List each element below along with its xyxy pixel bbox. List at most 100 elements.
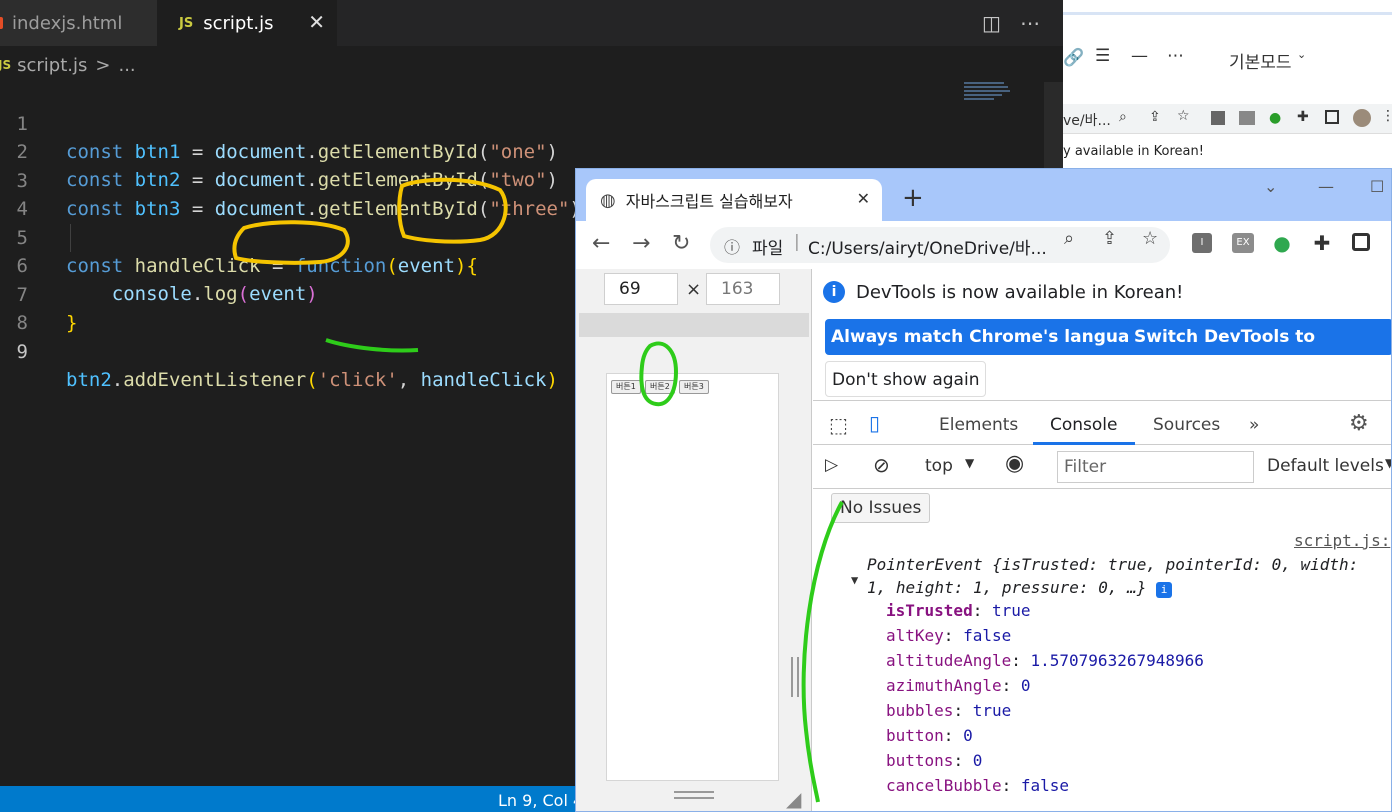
js-file-icon: JS (179, 15, 194, 31)
property-key: button (886, 726, 944, 745)
maximize-icon[interactable]: ☐ (1370, 177, 1384, 196)
object-summary[interactable]: PointerEvent {isTrusted: true, pointerId… (867, 555, 1358, 574)
code-line: 1 const btn1 = document.getElementById("… (0, 82, 1063, 163)
property-value: true (991, 601, 1031, 620)
property-row: button: 0 (886, 726, 973, 745)
tab-elements[interactable]: Elements (939, 415, 1018, 435)
star-icon[interactable]: ☆ (1177, 108, 1190, 124)
list-icon[interactable]: ☰ (1095, 46, 1110, 66)
property-key: altitudeAngle (886, 651, 1012, 670)
puzzle-icon[interactable]: ✚ (1297, 109, 1309, 125)
zoom-icon[interactable]: ⌕ (1064, 228, 1074, 249)
js-file-icon: JS (0, 58, 12, 72)
sidepanel-icon[interactable] (1325, 110, 1339, 124)
more-icon[interactable]: ⋯ (1167, 46, 1184, 66)
back-icon[interactable]: ← (592, 231, 610, 256)
extension-ex-icon[interactable]: EX (1232, 233, 1254, 253)
share-icon[interactable]: ⇪ (1149, 109, 1161, 125)
object-summary-cont[interactable]: 1, height: 1, pressure: 0, …} i (867, 578, 1172, 598)
tab-console[interactable]: Console (1050, 415, 1118, 435)
info-icon[interactable]: ⓘ (724, 234, 740, 258)
devtools-tabs: ⬚ ▯ Elements Console Sources » ⚙ (813, 403, 1391, 445)
expand-triangle-icon[interactable]: ▼ (851, 573, 858, 587)
bookmark-star-icon[interactable]: ☆ (1142, 228, 1158, 249)
filter-input[interactable]: Filter (1057, 451, 1254, 483)
tab-sources[interactable]: Sources (1153, 415, 1220, 435)
minimap[interactable] (964, 82, 1012, 104)
close-tab-icon[interactable]: ✕ (857, 189, 870, 208)
switch-to-korean-button[interactable]: Switch DevTools to Korean (1128, 319, 1391, 383)
page-button-1[interactable]: 버튼1 (611, 380, 641, 394)
property-row: bubbles: true (886, 701, 1012, 720)
device-toolbar-icon[interactable]: ▯ (869, 411, 880, 435)
tab-search-icon[interactable]: ⌄ (1264, 177, 1277, 196)
background-note: y available in Korean! (1063, 144, 1204, 159)
device-viewport-panel: 69 × 163 버튼1 버튼2 버튼3 (576, 269, 812, 811)
object-summary-text: 1, height: 1, pressure: 0, …} (867, 578, 1147, 597)
inspect-element-icon[interactable]: ⬚ (829, 413, 848, 437)
issues-button[interactable]: No Issues (831, 493, 931, 523)
resize-handle-bottom[interactable] (674, 791, 714, 799)
reload-icon[interactable]: ↻ (672, 231, 690, 256)
zoom-icon[interactable]: ⌕ (1119, 109, 1127, 125)
info-badge-icon[interactable]: i (1156, 582, 1172, 598)
media-query-bar[interactable] (579, 313, 809, 337)
context-select[interactable]: top (925, 456, 953, 476)
breadcrumb-file[interactable]: script.js (17, 55, 87, 76)
forward-icon[interactable]: → (632, 231, 650, 256)
breadcrumb-rest[interactable]: ... (118, 55, 135, 76)
code-line: 3 const btn3 = document.getElementById("… (0, 139, 1063, 220)
dont-show-again-button[interactable]: Don't show again (825, 361, 987, 397)
sidebar-toggle-icon[interactable]: ▷ (825, 455, 838, 475)
chrome-titlebar: ◍ 자바스크립트 실습해보자 ✕ + ⌄ — ☐ (576, 169, 1391, 221)
side-panel-icon[interactable] (1352, 233, 1370, 251)
viewport-width-input[interactable]: 69 (604, 273, 678, 305)
menu-icon[interactable]: ⋮ (1381, 108, 1392, 124)
avatar[interactable] (1353, 109, 1371, 127)
extension-icon[interactable] (1239, 111, 1255, 125)
background-browser-toolbar: ve/바... ⌕ ⇪ ☆ ● ✚ ⋮ (1063, 104, 1392, 134)
new-tab-icon[interactable]: + (902, 183, 924, 213)
tab-script-js[interactable]: JS script.js ✕ (157, 0, 337, 46)
tab-indexjs-html[interactable]: indexjs.html (0, 0, 157, 46)
more-tabs-icon[interactable]: » (1249, 415, 1259, 435)
cursor-position[interactable]: Ln 9, Col 4 (498, 791, 583, 810)
chrome-window: ◍ 자바스크립트 실습해보자 ✕ + ⌄ — ☐ ← → ↻ ⓘ 파일 | C:… (575, 168, 1392, 812)
banner-message: DevTools is now available in Korean! (856, 282, 1184, 303)
viewport-height-input[interactable]: 163 (706, 273, 780, 305)
page-button-3[interactable]: 버튼3 (679, 380, 709, 394)
extension-i-icon[interactable]: I (1192, 233, 1212, 253)
dimension-separator: × (686, 279, 702, 300)
split-editor-icon[interactable]: ◫ (982, 11, 1001, 35)
resize-corner-icon[interactable]: ◢ (786, 787, 801, 811)
extensions-puzzle-icon[interactable]: ✚ (1312, 233, 1332, 253)
link-icon[interactable]: 🔗 (1063, 48, 1084, 68)
property-key: isTrusted (886, 601, 973, 620)
html-file-icon (0, 17, 3, 29)
page-button-2[interactable]: 버튼2 (645, 380, 675, 394)
extension-icon[interactable] (1211, 111, 1225, 125)
always-match-language-button[interactable]: Always match Chrome's language (825, 319, 1160, 355)
dropdown-arrow-icon: ▼ (965, 456, 975, 470)
clear-console-icon[interactable]: ⊘ (873, 453, 890, 477)
divider-icon[interactable]: — (1131, 46, 1148, 66)
property-value: 0 (972, 751, 983, 770)
browser-tab[interactable]: ◍ 자바스크립트 실습해보자 ✕ (586, 179, 882, 221)
resize-handle-right[interactable] (791, 657, 799, 697)
evernote-icon[interactable]: ● (1269, 110, 1281, 126)
evernote-icon[interactable]: ● (1272, 233, 1292, 253)
mode-select[interactable]: 기본모드 (1229, 48, 1292, 73)
eye-icon[interactable]: ◉ (1005, 451, 1024, 476)
settings-gear-icon[interactable]: ⚙ (1349, 411, 1369, 436)
property-row: isTrusted: true (886, 601, 1031, 620)
property-value: 1.5707963267948966 (1030, 651, 1204, 670)
minimize-icon[interactable]: — (1318, 177, 1334, 196)
info-icon: i (823, 281, 845, 303)
address-bar[interactable]: ⓘ 파일 | C:/Users/airyt/OneDrive/바... (710, 227, 1170, 263)
background-url[interactable]: ve/바... (1063, 110, 1111, 130)
more-actions-icon[interactable]: ⋯ (1020, 11, 1040, 35)
source-link[interactable]: script.js: (1294, 531, 1390, 550)
log-levels-select[interactable]: Default levels (1267, 456, 1384, 476)
share-icon[interactable]: ⇪ (1102, 228, 1117, 249)
close-tab-icon[interactable]: ✕ (308, 10, 325, 34)
